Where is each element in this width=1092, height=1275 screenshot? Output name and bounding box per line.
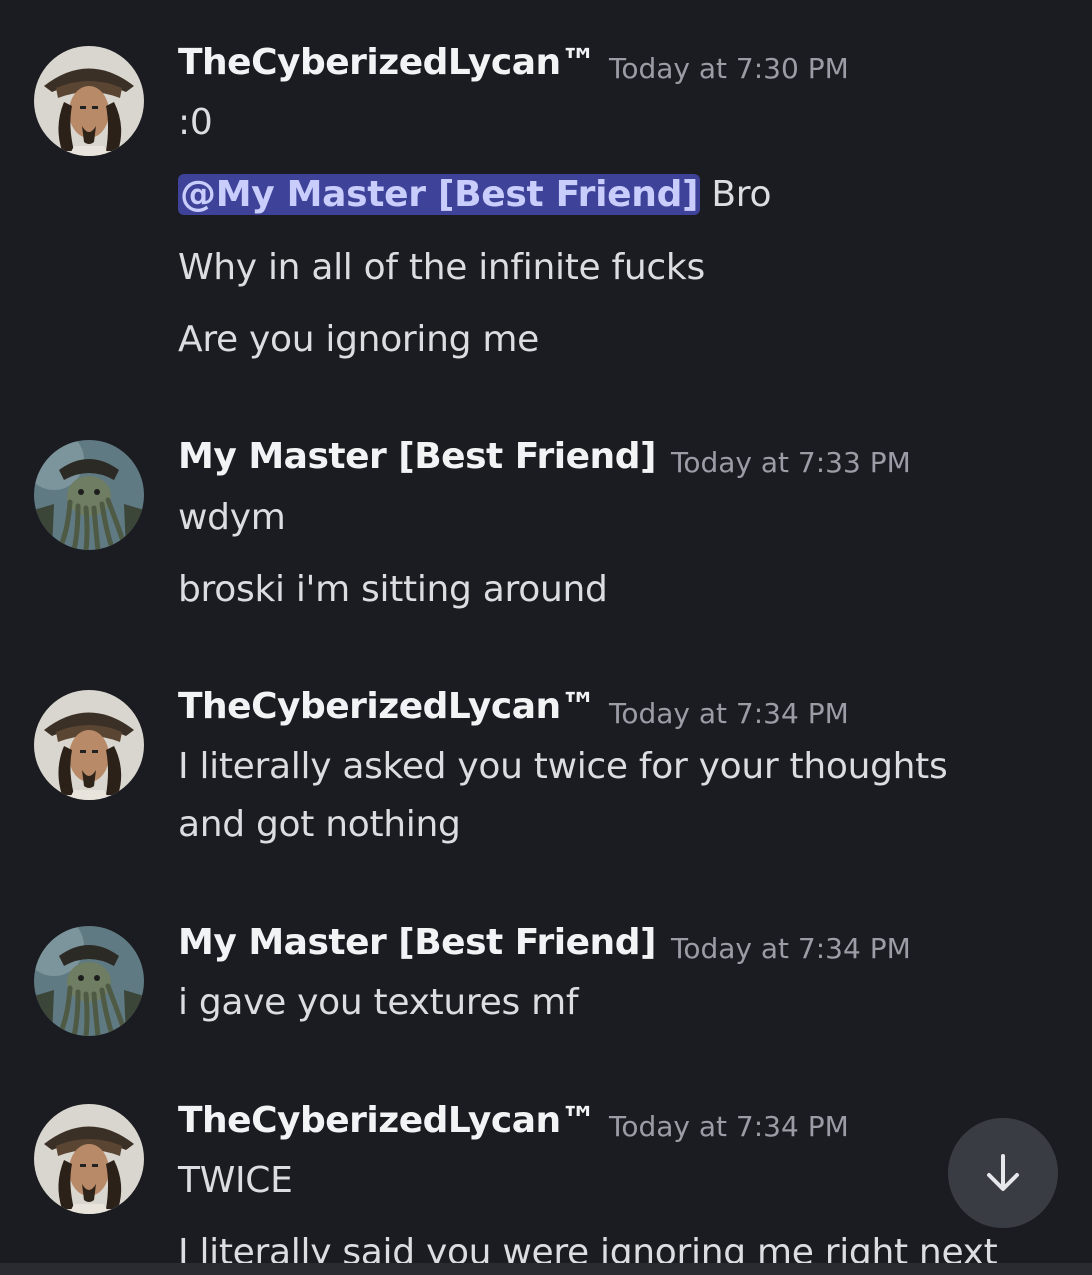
arrow-down-icon [987,1154,1019,1191]
avatar[interactable] [34,440,144,550]
message-text: TWICE [178,1160,293,1201]
tentacle-captain-avatar-image [34,440,144,550]
pirate-captain-avatar-image [34,690,144,800]
message-timestamp: Today at 7:34 PM [609,697,849,730]
message-text: :0 [178,102,213,143]
message-text: Are you ignoring me [178,319,539,360]
message-text: Bro [700,174,772,215]
message-timestamp: Today at 7:33 PM [671,446,911,479]
avatar[interactable] [34,1104,144,1214]
avatar[interactable] [34,46,144,156]
message-text: i gave you textures mf [178,982,579,1023]
message-author[interactable]: My Master [Best Friend] [178,922,656,963]
avatar[interactable] [34,690,144,800]
message-timestamp: Today at 7:34 PM [671,932,911,965]
pirate-captain-avatar-image [34,1104,144,1214]
message-text-mention-line: @My Master [Best Friend] Bro [178,174,772,215]
message-author[interactable]: TheCyberizedLycan™ [178,686,597,727]
jump-to-present-button[interactable] [948,1118,1058,1228]
message-text: broski i'm sitting around [178,569,608,610]
message-text: and got nothing [178,804,461,845]
message-author[interactable]: TheCyberizedLycan™ [178,42,597,83]
avatar[interactable] [34,926,144,1036]
message-author[interactable]: My Master [Best Friend] [178,436,656,477]
message-text: I literally asked you twice for your tho… [178,746,948,787]
message-text: Why in all of the infinite fucks [178,247,705,288]
message-text: wdym [178,497,286,538]
pirate-captain-avatar-image [34,46,144,156]
message-timestamp: Today at 7:30 PM [609,52,849,85]
message-author[interactable]: TheCyberizedLycan™ [178,1100,597,1141]
tentacle-captain-avatar-image [34,926,144,1036]
bottom-edge-bar [0,1263,1092,1275]
message-timestamp: Today at 7:34 PM [609,1110,849,1143]
user-mention[interactable]: @My Master [Best Friend] [178,174,701,215]
chat-messages: TheCyberizedLycan™ Today at 7:30 PM :0 @… [0,0,1092,1275]
